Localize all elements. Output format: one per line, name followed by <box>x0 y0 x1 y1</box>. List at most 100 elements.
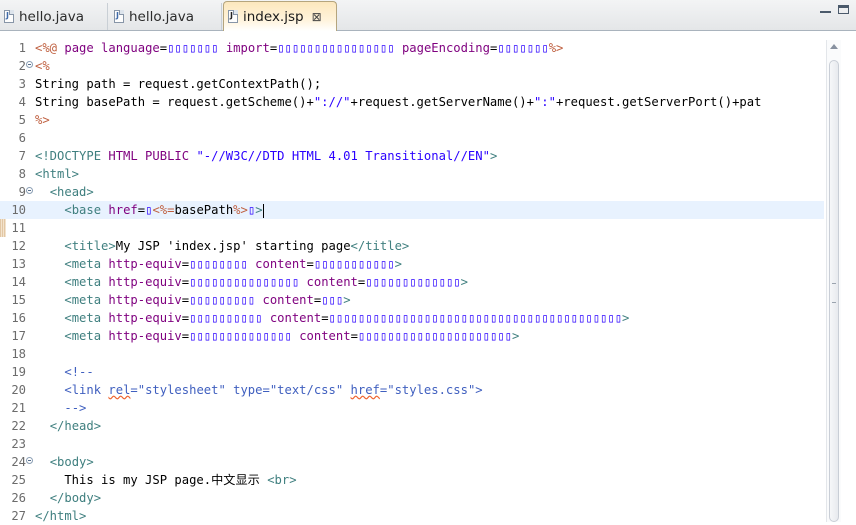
code-line[interactable]: 27 </html> <box>0 507 824 525</box>
code-text: --> <box>35 399 86 417</box>
code-token: <meta <box>64 311 109 325</box>
line-number: 26 <box>11 491 26 505</box>
code-token: language <box>101 41 160 55</box>
code-line[interactable]: 11 <box>0 219 824 237</box>
code-line[interactable]: 26 </body> <box>0 489 824 507</box>
fold-toggle-icon[interactable] <box>26 61 33 68</box>
jsp-file-icon: J <box>228 10 238 23</box>
close-tab-icon[interactable]: ⊠ <box>312 10 322 24</box>
code-text: </html> <box>35 507 86 525</box>
line-number: 6 <box>18 131 26 145</box>
tab-label: index.jsp <box>243 8 304 25</box>
code-line[interactable]: 17 <meta http-equiv=▯▯▯▯▯▯▯▯▯▯▯▯▯▯ conte… <box>0 327 824 345</box>
code-text: <meta http-equiv=▯▯▯▯▯▯▯▯▯▯ content=▯▯▯▯… <box>35 309 629 327</box>
line-number: 22 <box>11 419 26 433</box>
code-token: --> <box>64 401 87 415</box>
code-line[interactable]: 25 This is my JSP page.中文显示 <br> <box>0 471 824 489</box>
line-number: 8 <box>18 167 26 181</box>
line-number: 13 <box>11 257 26 271</box>
code-token: href <box>108 203 138 217</box>
line-number: 9 <box>18 185 26 199</box>
code-token: = <box>181 293 190 307</box>
code-line[interactable]: 22 </head> <box>0 417 824 435</box>
code-token: %> <box>233 203 248 217</box>
fold-toggle-icon[interactable] <box>26 187 33 194</box>
code-line[interactable]: 13 <meta http-equiv=▯▯▯▯▯▯▯▯ content=▯▯▯… <box>0 255 824 273</box>
vertical-scrollbar[interactable] <box>826 40 841 522</box>
code-token: href <box>350 383 380 397</box>
line-number: 17 <box>11 329 26 343</box>
code-line[interactable]: 10 <base href=▯<%=basePath%>▯> <box>0 201 824 219</box>
code-token: ▯▯▯▯▯▯▯ <box>167 41 219 55</box>
minimize-icon[interactable] <box>820 5 831 13</box>
code-token: ="stylesheet" type="text/css" <box>130 383 351 397</box>
code-token: <!-- <box>64 365 94 379</box>
code-token: http-equiv <box>108 275 182 289</box>
code-line[interactable]: 15 <meta http-equiv=▯▯▯▯▯▯▯▯▯ content=▯▯… <box>0 291 824 309</box>
code-line[interactable]: 20 <link rel="stylesheet" type="text/css… <box>0 381 824 399</box>
code-token: = <box>159 41 168 55</box>
code-text: <meta http-equiv=▯▯▯▯▯▯▯▯ content=▯▯▯▯▯▯… <box>35 255 402 273</box>
code-token: content <box>255 257 307 271</box>
code-token: <br> <box>267 473 297 487</box>
grip-icon <box>832 283 836 303</box>
tab-hello-java-1[interactable]: J hello.java <box>0 3 108 30</box>
code-line[interactable]: 1 <%@ page language=▯▯▯▯▯▯▯ import=▯▯▯▯▯▯… <box>0 39 824 57</box>
code-text: String path = request.getContextPath(); <box>35 75 321 93</box>
code-line[interactable]: 24 <body> <box>0 453 824 471</box>
code-token: ▯▯▯▯▯▯▯▯▯▯▯▯▯▯ <box>189 329 292 343</box>
code-token: page <box>64 41 102 55</box>
code-editor[interactable]: 1 <%@ page language=▯▯▯▯▯▯▯ import=▯▯▯▯▯▯… <box>0 31 856 523</box>
code-line[interactable]: 3 String path = request.getContextPath(); <box>0 75 824 93</box>
code-line[interactable]: 8 <html> <box>0 165 824 183</box>
tab-index-jsp[interactable]: J index.jsp ⊠ <box>223 1 337 31</box>
code-text: </body> <box>35 489 101 507</box>
fold-toggle-icon[interactable] <box>26 457 33 464</box>
code-token: <link <box>64 383 109 397</box>
line-number: 19 <box>11 365 26 379</box>
code-line[interactable]: 9 <head> <box>0 183 824 201</box>
code-line[interactable]: 6 <box>0 129 824 147</box>
maximize-icon[interactable] <box>838 5 849 14</box>
tab-hello-java-2[interactable]: J hello.java <box>110 3 222 30</box>
tab-label: hello.java <box>129 8 194 25</box>
line-number: 20 <box>11 383 26 397</box>
code-line[interactable]: 5 %> <box>0 111 824 129</box>
code-line[interactable]: 21 --> <box>0 399 824 417</box>
line-number: 18 <box>11 347 26 361</box>
code-line[interactable]: 23 <box>0 435 824 453</box>
code-line[interactable]: 18 <box>0 345 824 363</box>
code-text: <%@ page language=▯▯▯▯▯▯▯ import=▯▯▯▯▯▯▯… <box>35 39 563 57</box>
code-line[interactable]: 4 String basePath = request.getScheme()+"… <box>0 93 824 111</box>
code-line[interactable]: 12 <title>My JSP 'index.jsp' starting pa… <box>0 237 824 255</box>
code-line[interactable]: 16 <meta http-equiv=▯▯▯▯▯▯▯▯▯▯ content=▯… <box>0 309 824 327</box>
code-token: </head> <box>49 419 102 433</box>
code-token: ▯▯▯▯▯▯▯▯ <box>189 257 248 271</box>
code-token: ▯▯▯▯▯▯▯▯▯▯▯▯▯▯▯ <box>189 275 300 289</box>
code-token: http-equiv <box>108 311 182 325</box>
code-token: ▯▯▯▯▯▯▯▯▯▯▯▯▯▯▯▯▯▯▯▯▯▯▯▯▯▯▯▯▯▯▯▯▯▯▯▯▯▯▯▯ <box>328 311 623 325</box>
code-token: = <box>181 257 190 271</box>
code-text: <body> <box>35 453 94 471</box>
code-token: ▯▯▯▯▯▯▯▯▯▯▯▯▯ <box>365 275 461 289</box>
code-line[interactable]: 7 <!DOCTYPE HTML PUBLIC "-//W3C//DTD HTML… <box>0 147 824 165</box>
line-number: 5 <box>18 113 26 127</box>
code-text: <meta http-equiv=▯▯▯▯▯▯▯▯▯ content=▯▯▯> <box>35 291 350 309</box>
scroll-up-icon[interactable] <box>830 44 838 49</box>
code-token: > <box>460 275 468 289</box>
line-number: 4 <box>18 95 26 109</box>
scrollbar-thumb[interactable] <box>829 60 839 522</box>
code-line[interactable]: 2 <% <box>0 57 824 75</box>
code-token: <meta <box>64 275 109 289</box>
code-line[interactable]: 19 <!-- <box>0 363 824 381</box>
code-line[interactable]: 14 <meta http-equiv=▯▯▯▯▯▯▯▯▯▯▯▯▯▯▯ cont… <box>0 273 824 291</box>
code-text: <base href=▯<%=basePath%>▯> <box>35 201 264 219</box>
code-token: = <box>181 311 190 325</box>
code-token: <%@ <box>35 41 65 55</box>
